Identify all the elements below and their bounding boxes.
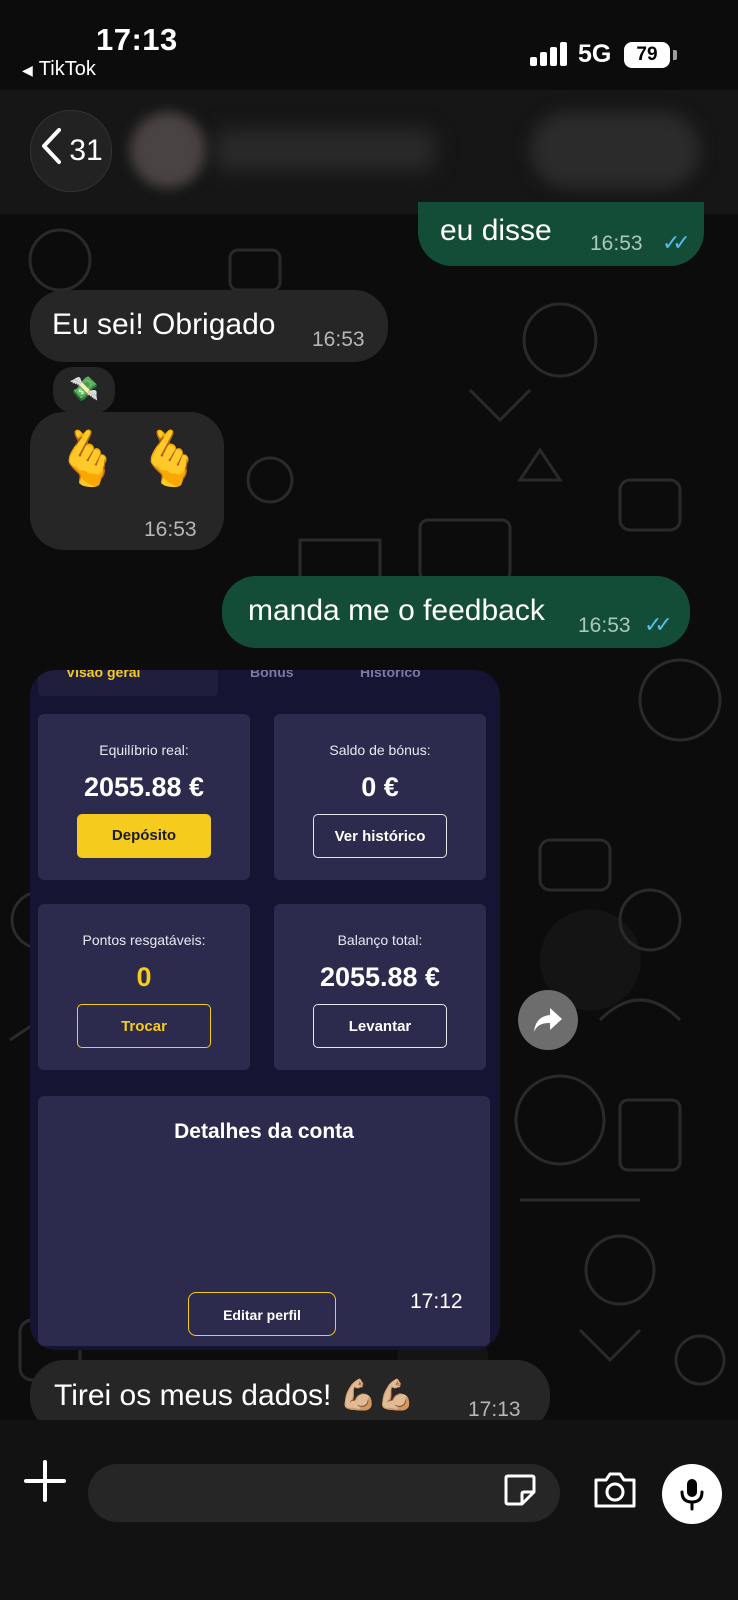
card-label: Saldo de bónus: [329, 742, 431, 758]
message-time: 17:12 [410, 1290, 463, 1313]
camera-icon[interactable] [592, 1470, 638, 1510]
mic-button[interactable] [662, 1464, 722, 1524]
message-text: manda me o feedback [248, 594, 545, 627]
battery-icon: 79 [624, 42, 670, 68]
back-button[interactable]: 31 [30, 110, 112, 192]
message-text: Eu sei! Obrigado [52, 308, 276, 341]
view-history-button: Ver histórico [313, 814, 447, 858]
avatar[interactable] [130, 112, 206, 188]
contact-name-redacted[interactable] [215, 130, 435, 170]
message-time: 16:53 [578, 614, 631, 637]
card-value: 2055.88 € [319, 962, 441, 992]
signal-icon [530, 42, 570, 66]
back-triangle-icon: ◀ [22, 62, 33, 78]
real-balance-card: Equilíbrio real: 2055.88 € Depósito [38, 714, 250, 880]
read-ticks-icon: ✓✓ [644, 612, 673, 637]
message-bubble-incoming[interactable]: 🫰 🫰 16:53 [30, 412, 224, 550]
card-value: 2055.88 € [83, 772, 205, 802]
back-app-label: TikTok [38, 58, 96, 80]
sticker-icon[interactable] [502, 1472, 538, 1508]
tab-history: Histórico [360, 670, 421, 680]
chevron-left-icon [39, 127, 63, 175]
message-text: Tirei os meus dados! 💪🏼💪🏼 [54, 1379, 415, 1412]
network-type: 5G [578, 40, 612, 68]
withdraw-button: Levantar [313, 1004, 447, 1048]
forward-icon [534, 1008, 562, 1032]
screenshot-tabs: Visão geral Bónus Histórico [30, 670, 500, 700]
status-time: 17:13 [96, 22, 178, 57]
deposit-button: Depósito [77, 814, 211, 858]
chat-header: 31 [0, 90, 738, 214]
image-message[interactable]: Visão geral Bónus Histórico Equilíbrio r… [30, 670, 500, 1350]
card-value: 0 € [361, 772, 399, 802]
card-label: Balanço total: [337, 932, 423, 948]
total-balance-card: Balanço total: 2055.88 € Levantar [274, 904, 486, 1070]
message-bubble-incoming[interactable]: Eu sei! Obrigado 16:53 [30, 290, 388, 362]
exchange-button: Trocar [77, 1004, 211, 1048]
message-input[interactable] [88, 1464, 560, 1522]
details-title: Detalhes da conta [174, 1120, 354, 1143]
card-value: 0 [136, 962, 152, 992]
message-text: eu disse [440, 214, 552, 247]
message-time: 17:13 [468, 1398, 521, 1421]
card-label: Pontos resgatáveis: [82, 932, 206, 948]
status-bar: 17:13 ◀ TikTok 5G 79 [0, 0, 738, 90]
tab-bonus: Bónus [250, 670, 294, 680]
call-actions-redacted[interactable] [530, 112, 700, 188]
tab-overview: Visão geral [66, 670, 141, 680]
composer-bar [0, 1420, 738, 1600]
message-time: 16:53 [590, 232, 643, 255]
edit-profile-button: Editar perfil [188, 1292, 336, 1336]
unread-count: 31 [69, 134, 103, 167]
battery-nub [673, 50, 677, 60]
forward-button[interactable] [518, 990, 578, 1050]
message-text: 🫰 🫰 [54, 429, 204, 489]
back-to-app-link[interactable]: ◀ TikTok [22, 58, 96, 81]
points-card: Pontos resgatáveis: 0 Trocar [38, 904, 250, 1070]
mic-icon [680, 1479, 704, 1511]
plus-icon[interactable] [22, 1458, 68, 1504]
bonus-balance-card: Saldo de bónus: 0 € Ver histórico [274, 714, 486, 880]
message-time: 16:53 [144, 518, 197, 541]
read-ticks-icon: ✓✓ [662, 230, 691, 255]
message-bubble-outgoing[interactable]: manda me o feedback 16:53 ✓✓ [222, 576, 690, 648]
message-time: 16:53 [312, 328, 365, 351]
message-bubble-outgoing[interactable]: eu disse 16:53 ✓✓ [418, 202, 704, 266]
card-label: Equilíbrio real: [99, 742, 189, 758]
message-reaction[interactable]: 💸 [50, 364, 118, 416]
